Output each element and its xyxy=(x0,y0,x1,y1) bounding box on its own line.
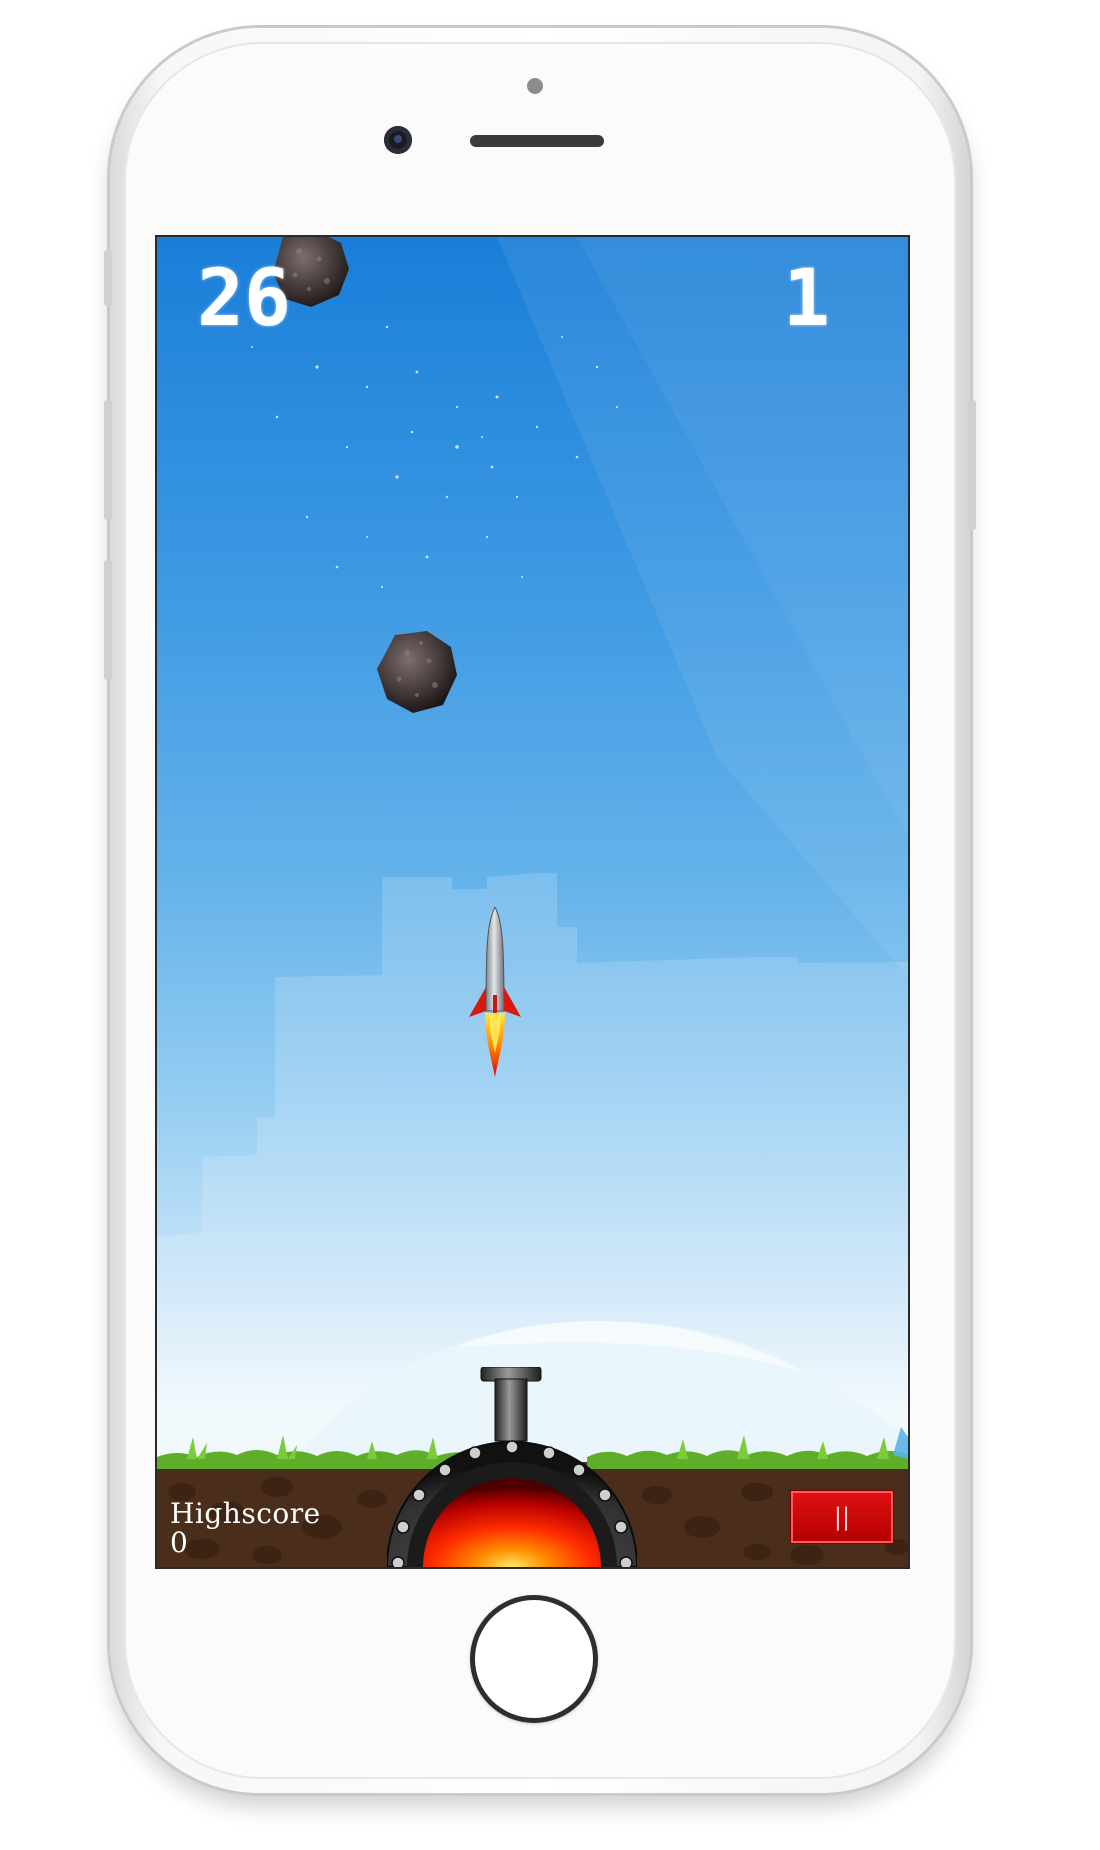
cannon-icon[interactable] xyxy=(387,1367,637,1567)
proximity-sensor xyxy=(527,78,543,94)
pause-icon: || xyxy=(833,1503,851,1531)
level-counter: 1 xyxy=(783,254,830,344)
rocket-icon xyxy=(469,907,521,1077)
front-camera-icon xyxy=(384,126,412,154)
home-button[interactable] xyxy=(470,1595,598,1723)
game-screen[interactable]: 26 1 Highscore 0 || xyxy=(155,235,910,1569)
mute-switch xyxy=(104,250,112,306)
highscore-label: Highscore xyxy=(170,1497,321,1530)
highscore-display: Highscore 0 xyxy=(170,1499,321,1557)
score-counter: 26 xyxy=(197,254,291,344)
earpiece-speaker xyxy=(470,135,604,147)
asteroid-icon xyxy=(377,631,457,713)
pause-button[interactable]: || xyxy=(791,1491,893,1543)
power-button xyxy=(968,400,976,530)
highscore-value: 0 xyxy=(170,1526,189,1559)
volume-up-button xyxy=(104,400,112,520)
volume-down-button xyxy=(104,560,112,680)
